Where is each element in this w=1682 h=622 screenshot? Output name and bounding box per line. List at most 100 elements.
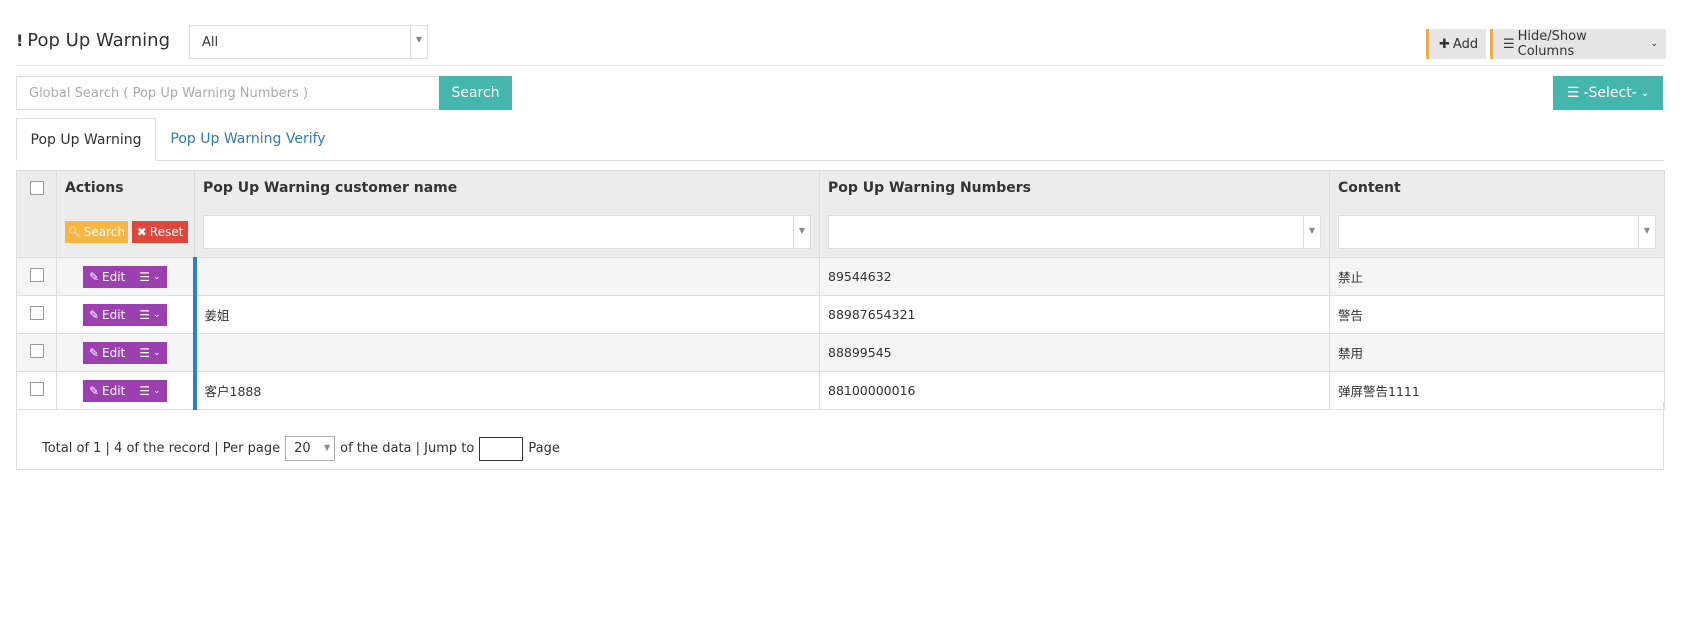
- tab-label: Pop Up Warning: [30, 131, 142, 148]
- close-icon: ✖: [136, 225, 147, 239]
- table-row: ✎ Edit ☰ ⌄ 88899545 禁用: [16, 333, 1665, 372]
- customer-name-cell: 姜姐: [192, 295, 820, 334]
- actions-header: Actions 🔍︎ Search ✖ Reset: [56, 170, 195, 258]
- select-all-cell: [16, 170, 57, 258]
- content-header-title: Content: [1338, 180, 1401, 196]
- row-menu-button[interactable]: ☰ ⌄: [133, 266, 166, 288]
- content-filter[interactable]: ▼: [1338, 215, 1656, 249]
- row-checkbox[interactable]: [29, 268, 44, 282]
- edit-icon: ✎: [88, 345, 99, 360]
- actions-header-title: Actions: [65, 180, 124, 196]
- global-search-input[interactable]: [16, 76, 440, 110]
- chevron-down-icon: ⌄: [153, 309, 161, 320]
- number-cell: 88987654321: [819, 295, 1330, 334]
- customer-name-cell: [192, 333, 820, 372]
- header-divider: [16, 65, 1664, 66]
- row-checkbox[interactable]: [29, 306, 44, 320]
- content-cell: 警告: [1329, 295, 1665, 334]
- table-header-row: Actions 🔍︎ Search ✖ Reset Pop Up Warning: [16, 170, 1665, 258]
- row-actions-cell: ✎ Edit ☰ ⌄: [56, 257, 195, 296]
- select-all-checkbox[interactable]: [29, 181, 44, 195]
- row-checkbox-cell: [16, 295, 57, 334]
- content-cell: 禁用: [1329, 333, 1665, 372]
- tabs-divider: [16, 160, 1664, 161]
- row-action-group: ✎ Edit ☰ ⌄: [82, 303, 167, 326]
- table-row: ✎ Edit ☰ ⌄ 89544632 禁止: [16, 257, 1665, 296]
- numbers-header: Pop Up Warning Numbers ▼: [819, 170, 1330, 258]
- edit-button[interactable]: ✎ Edit: [83, 266, 133, 288]
- number-cell: 89544632: [819, 257, 1330, 296]
- edit-button[interactable]: ✎ Edit: [83, 342, 133, 364]
- list-icon: ☰: [1503, 36, 1515, 52]
- edit-button-label: Edit: [102, 269, 126, 284]
- edit-icon: ✎: [88, 307, 99, 322]
- row-checkbox[interactable]: [29, 382, 44, 396]
- pagination-page-word: Page: [528, 441, 560, 456]
- list-icon: ☰: [1566, 85, 1580, 101]
- content-cell: 禁止: [1329, 257, 1665, 296]
- number-cell: 88899545: [819, 333, 1330, 372]
- row-actions-cell: ✎ Edit ☰ ⌄: [56, 333, 195, 372]
- row-checkbox-cell: [16, 333, 57, 372]
- tab-pop-up-warning-verify[interactable]: Pop Up Warning Verify: [158, 118, 338, 160]
- row-menu-button[interactable]: ☰ ⌄: [133, 342, 166, 364]
- search-button-label: Search: [451, 85, 500, 101]
- add-button[interactable]: ✚ Add: [1426, 29, 1486, 59]
- filter-select[interactable]: All ▼: [189, 25, 428, 59]
- row-menu-button[interactable]: ☰ ⌄: [133, 380, 166, 402]
- row-actions-cell: ✎ Edit ☰ ⌄: [56, 295, 195, 334]
- customer-name-filter[interactable]: ▼: [203, 215, 811, 249]
- edit-button-label: Edit: [102, 307, 126, 322]
- edit-button-label: Edit: [102, 383, 126, 398]
- caret-down-icon: ▼: [1638, 216, 1655, 248]
- pagination-of-data: of the data | Jump to: [340, 441, 475, 456]
- edit-icon: ✎: [88, 269, 99, 284]
- numbers-filter[interactable]: ▼: [828, 215, 1321, 249]
- plus-icon: ✚: [1439, 36, 1450, 52]
- pagination: Total of 1 | 4 of the record | Per page …: [42, 436, 560, 461]
- page-title-wrap: ! Pop Up Warning: [16, 30, 170, 51]
- chevron-down-icon: ⌄: [1640, 87, 1650, 99]
- filter-select-value: All: [202, 35, 219, 50]
- chevron-down-icon: ⌄: [153, 347, 161, 358]
- search-icon: 🔍︎: [68, 226, 81, 238]
- caret-down-icon: ▼: [410, 26, 427, 58]
- exclamation-icon: !: [16, 31, 24, 50]
- add-button-label: Add: [1452, 36, 1479, 52]
- customer-name-header: Pop Up Warning customer name ▼: [194, 170, 820, 258]
- tab-label: Pop Up Warning Verify: [170, 131, 326, 147]
- data-table: Actions 🔍︎ Search ✖ Reset Pop Up Warning: [16, 170, 1665, 410]
- edit-button[interactable]: ✎ Edit: [83, 380, 133, 402]
- jump-to-page-input[interactable]: [479, 436, 524, 461]
- caret-down-icon: ▼: [793, 216, 810, 248]
- row-action-group: ✎ Edit ☰ ⌄: [82, 265, 167, 288]
- edit-button[interactable]: ✎ Edit: [83, 304, 133, 326]
- hide-show-columns-label: Hide/Show Columns: [1517, 29, 1587, 59]
- content-header: Content ▼: [1329, 170, 1665, 258]
- caret-down-icon: ▼: [323, 443, 331, 452]
- select-dropdown-label: -Select-: [1583, 85, 1637, 101]
- list-icon: ☰: [139, 345, 151, 360]
- list-icon: ☰: [139, 269, 151, 284]
- hide-show-columns-button[interactable]: ☰ Hide/Show Columns ⌄: [1490, 29, 1666, 59]
- select-dropdown-button[interactable]: ☰ -Select- ⌄: [1553, 76, 1663, 110]
- chevron-down-icon: ⌄: [153, 385, 161, 396]
- row-action-group: ✎ Edit ☰ ⌄: [82, 341, 167, 364]
- search-button[interactable]: Search: [439, 76, 512, 110]
- column-reset-label: Reset: [149, 225, 184, 239]
- table-row: ✎ Edit ☰ ⌄ 姜姐 88987654321 警告: [16, 295, 1665, 334]
- row-action-group: ✎ Edit ☰ ⌄: [82, 379, 167, 402]
- per-page-select[interactable]: 20 ▼: [285, 436, 336, 461]
- caret-down-icon: ▼: [1303, 216, 1320, 248]
- customer-name-cell: [192, 257, 820, 296]
- row-checkbox[interactable]: [29, 344, 44, 358]
- edit-icon: ✎: [88, 383, 99, 398]
- tab-pop-up-warning[interactable]: Pop Up Warning: [16, 118, 156, 161]
- pagination-summary: Total of 1 | 4 of the record | Per page: [42, 441, 281, 456]
- numbers-header-title: Pop Up Warning Numbers: [828, 180, 1031, 196]
- column-search-label: Search: [83, 225, 125, 239]
- column-search-button[interactable]: 🔍︎ Search: [65, 221, 128, 243]
- column-reset-button[interactable]: ✖ Reset: [132, 221, 188, 243]
- row-menu-button[interactable]: ☰ ⌄: [133, 304, 166, 326]
- per-page-value: 20: [294, 441, 311, 456]
